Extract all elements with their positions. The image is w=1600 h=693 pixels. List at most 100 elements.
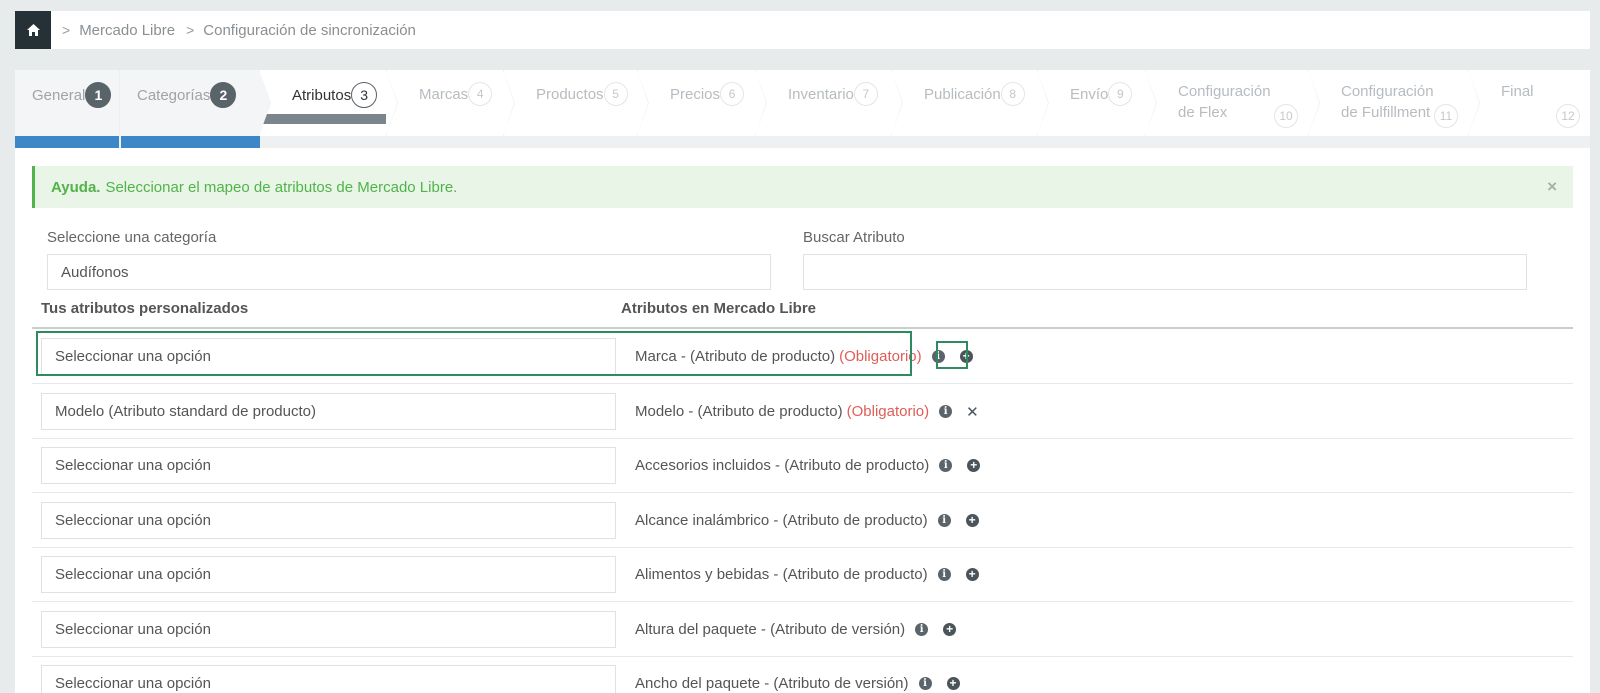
info-icon[interactable]: i [915,623,929,636]
step-divider [1037,70,1048,136]
wizard-steps: General 1 Categorías 2 Atributos 3 Marcas 4 … [15,70,1590,136]
help-alert: Ayuda. Seleccionar el mapeo de atributos… [32,166,1573,208]
info-icon[interactable]: i [937,514,951,527]
close-icon[interactable]: × [1547,177,1557,197]
info-icon[interactable]: i [939,459,953,472]
category-select[interactable] [47,254,771,290]
add-circle-icon[interactable]: + [943,623,957,636]
progress-segment-done [15,136,119,148]
column-header-custom-attributes: Tus atributos personalizados [41,300,249,317]
step-label: Atributos [292,86,352,104]
step-divider [259,70,270,136]
step-number-badge: 11 [1434,104,1458,128]
ml-attribute: Altura del paquete - (Atributo de versió… [635,602,957,657]
step-inventario[interactable]: Inventario 7 [756,70,903,136]
step-label: General [32,86,86,104]
info-icon[interactable]: i [937,568,951,581]
step-label: Inventario [788,85,854,103]
custom-attribute-select[interactable]: Seleccionar una opción [41,611,616,648]
step-label: Categorías [137,86,211,104]
step-precios[interactable]: Precios 6 [638,70,767,136]
step-number-badge: 5 [603,82,628,106]
step-number-badge: 8 [1000,82,1025,106]
step-number-badge: 1 [85,82,112,108]
column-header-ml-attributes: Atributos en Mercado Libre [621,300,817,317]
step-divider [637,70,648,136]
step-label: Final [1501,83,1534,100]
step-envio[interactable]: Envío 9 [1038,70,1157,136]
required-label: (Obligatorio) [846,403,930,420]
step-label: Publicación [924,85,1001,103]
ml-attribute-name: Ancho del paquete - (Atributo de versión… [635,675,909,692]
add-circle-icon[interactable]: + [967,459,981,472]
search-attribute-input[interactable] [803,254,1527,290]
help-text: Seleccionar el mapeo de atributos de Mer… [105,178,458,196]
step-config-flex[interactable]: Configuración de Flex 10 [1146,70,1320,136]
step-label: Envío [1070,85,1109,103]
step-config-fulfillment[interactable]: Configuración de Fulfillment 11 [1309,70,1480,136]
breadcrumb-separator: > [186,22,195,38]
step-final[interactable]: Final 12 [1469,70,1590,136]
custom-attribute-select[interactable]: Seleccionar una opción [41,447,616,484]
remove-icon[interactable]: ✕ [966,403,979,421]
step-number-badge: 10 [1274,104,1298,128]
search-attribute-label: Buscar Atributo [803,229,905,246]
breadcrumb-item-mercado-libre[interactable]: Mercado Libre [79,22,175,39]
custom-attribute-select[interactable]: Modelo (Atributo standard de producto) [41,393,616,430]
table-row: Seleccionar una opción Alimentos y bebid… [32,547,1573,602]
ml-attribute-name: Alimentos y bebidas - (Atributo de produ… [635,566,928,583]
step-productos[interactable]: Productos 5 [504,70,649,136]
step-label: Configuración [1341,83,1434,100]
custom-attribute-select[interactable]: Seleccionar una opción [41,502,616,539]
highlight-add-button [936,341,968,369]
step-divider [891,70,902,136]
step-categorias[interactable]: Categorías 2 [120,70,271,136]
progress-segment-active [260,114,387,124]
ml-attribute: Modelo - (Atributo de producto) (Obligat… [635,384,979,439]
info-icon[interactable]: i [918,677,932,690]
breadcrumb-separator: > [62,22,71,38]
step-divider [1308,70,1319,136]
step-label: Marcas [419,85,469,103]
ml-attribute: Alcance inalámbrico - (Atributo de produ… [635,493,979,548]
wizard-progress-bar [15,114,1590,148]
step-marcas[interactable]: Marcas 4 [387,70,515,136]
ml-attribute: Alimentos y bebidas - (Atributo de produ… [635,547,979,602]
highlight-row-marca [36,331,912,376]
table-row: Modelo (Atributo standard de producto) M… [32,384,1573,439]
custom-attribute-select[interactable]: Seleccionar una opción [41,556,616,593]
step-divider [1145,70,1156,136]
step-number-badge: 4 [468,82,493,106]
ml-attribute-name: Accesorios incluidos - (Atributo de prod… [635,457,930,474]
step-number-badge: 9 [1108,82,1133,106]
step-number-badge: 3 [351,82,378,108]
home-button[interactable] [15,11,51,49]
category-label: Seleccione una categoría [47,229,217,246]
info-icon[interactable]: i [939,405,953,418]
home-icon [26,24,40,36]
step-label: Productos [536,85,604,103]
step-publicacion[interactable]: Publicación 8 [892,70,1049,136]
help-title: Ayuda. [51,178,101,196]
step-general[interactable]: General 1 [15,70,120,136]
add-circle-icon[interactable]: + [965,568,979,581]
step-number-badge: 6 [720,82,745,106]
step-number-badge: 7 [853,82,878,106]
add-circle-icon[interactable]: + [965,514,979,527]
table-row: Seleccionar una opción Ancho del paquete… [32,656,1573,693]
step-divider [755,70,766,136]
ml-attribute-name: Alcance inalámbrico - (Atributo de produ… [635,512,928,529]
ml-attribute: Ancho del paquete - (Atributo de versión… [635,656,960,693]
ml-attribute-name: Altura del paquete - (Atributo de versió… [635,621,906,638]
step-label: Precios [670,85,721,103]
custom-attribute-select[interactable]: Seleccionar una opción [41,665,616,693]
ml-attribute: Accesorios incluidos - (Atributo de prod… [635,438,981,493]
attributes-panel: Ayuda. Seleccionar el mapeo de atributos… [15,148,1590,693]
breadcrumb-item-sync-config: Configuración de sincronización [203,21,416,39]
step-divider [1468,70,1479,136]
add-circle-icon[interactable]: + [946,677,960,690]
table-row: Seleccionar una opción Altura del paquet… [32,602,1573,657]
step-divider [503,70,514,136]
step-atributos[interactable]: Atributos 3 [260,70,398,136]
ml-attribute-name: Modelo - (Atributo de producto) [635,403,843,420]
